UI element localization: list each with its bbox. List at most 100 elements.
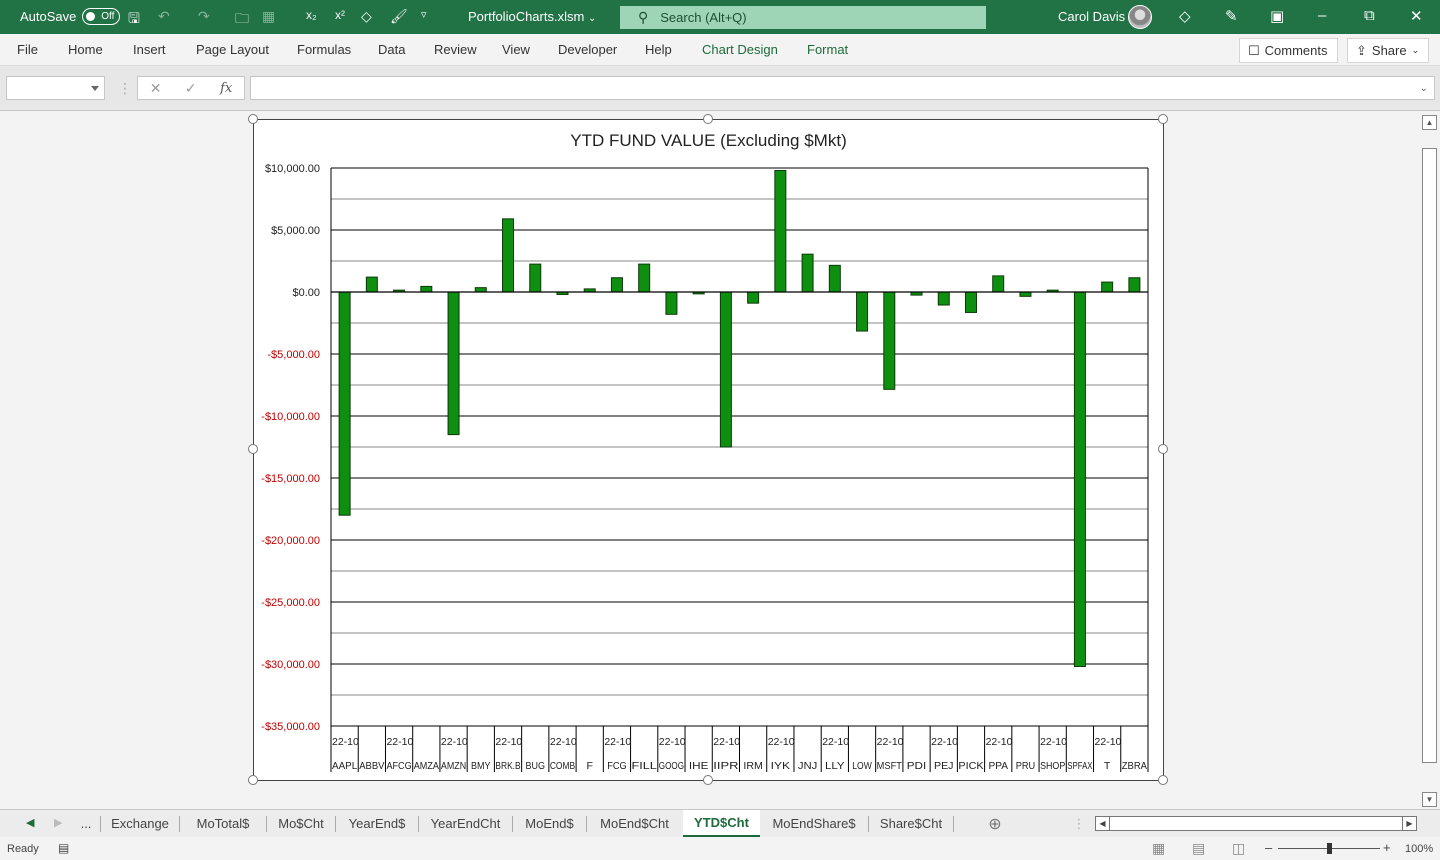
bar-pru [1019,291,1032,297]
y-tick-label: -$15,000.00 [261,473,320,485]
x-tick-label: PPA [988,760,1008,772]
sheet-tab-moendcht[interactable]: MoEnd$Cht [587,810,682,837]
y-tick-label: -$30,000.00 [261,659,320,671]
sheet-tab-moend[interactable]: MoEnd$ [513,810,586,837]
more-sheets-button[interactable]: ... [74,810,98,837]
page-layout-view-icon[interactable]: ▤ [1192,840,1205,857]
sheet-tab-mototal[interactable]: MoTotal$ [180,810,266,837]
normal-view-icon[interactable]: ▦ [1152,840,1165,857]
x-group-label: 22-10 [931,736,958,748]
x-tick-label: BMY [471,760,491,772]
scroll-right-icon[interactable]: ▶ [1402,817,1416,830]
resize-handle-top-left[interactable] [248,114,258,124]
zoom-level[interactable]: 100% [1405,843,1433,855]
bar-spfax [1073,291,1086,667]
x-tick-label: AAPL [332,760,357,772]
x-tick-label: FILL [632,760,657,772]
bar-iyk [774,169,787,293]
x-tick-label: AFCG [386,760,411,772]
sheet-tab-yearend[interactable]: YearEnd$ [336,810,418,837]
x-group-label: 22-10 [332,736,359,748]
x-tick-label: PRU [1016,760,1036,772]
x-group-label: 22-10 [441,736,468,748]
bar-bug [529,263,542,293]
x-tick-label: SPFAX [1067,760,1092,772]
resize-handle-bottom-left[interactable] [248,775,258,785]
bar-t [1101,281,1114,293]
x-group-label: 22-10 [659,736,686,748]
bar-irm [747,291,760,304]
status-bar: Ready ▤ ▦ ▤ ◫ – + 100% [0,838,1440,860]
resize-handle-bottom-right[interactable] [1158,775,1168,785]
x-tick-label: F [586,760,593,772]
bar-aapl [338,291,351,516]
bar-bmy [474,287,487,293]
x-tick-label: AMZN [441,760,466,772]
x-group-label: 22-10 [986,736,1013,748]
y-tick-label: $5,000.00 [271,225,320,237]
add-sheet-icon[interactable]: ⊕ [983,810,1007,837]
x-tick-label: GOOG [659,760,684,772]
x-group-label: 22-10 [768,736,795,748]
bar-abbv [365,276,378,293]
resize-handle-top[interactable] [703,114,713,124]
y-tick-label: -$35,000.00 [261,721,320,733]
zoom-in-icon[interactable]: + [1383,840,1391,855]
bar-pej [937,291,950,306]
bar-msft [883,291,896,390]
x-tick-label: LOW [852,760,872,772]
next-sheet-icon[interactable]: ▶ [54,816,62,829]
y-tick-label: -$20,000.00 [261,535,320,547]
x-tick-label: T [1104,760,1111,772]
horizontal-scrollbar[interactable]: ◀ ▶ [1095,816,1417,831]
x-tick-label: PICK [958,760,983,772]
x-tick-label: IIPR [713,760,739,772]
bar-low [856,291,869,332]
sheet-tab-sharecht[interactable]: Share$Cht [869,810,953,837]
tab-divider [953,816,954,832]
status-ready: Ready [7,843,39,855]
x-tick-label: ABBV [359,760,384,772]
bar-lly [828,264,841,293]
bar-brk-b [502,218,515,293]
tab-resize-grip-icon[interactable]: ⋮ [1073,810,1086,837]
sheet-tab-ytdcht[interactable]: YTD$Cht [683,810,760,837]
x-tick-label: MSFT [877,760,903,772]
x-group-label: 22-10 [495,736,522,748]
accessibility-icon[interactable]: ▤ [58,841,69,855]
page-break-view-icon[interactable]: ◫ [1232,840,1245,857]
bar-fill [638,263,651,293]
prev-sheet-icon[interactable]: ◀ [26,816,34,829]
y-tick-label: -$10,000.00 [261,411,320,423]
bar-jnj [801,253,814,293]
x-group-label: 22-10 [822,736,849,748]
bar-pick [964,291,977,313]
sheet-tab-yearendcht[interactable]: YearEndCht [419,810,512,837]
x-group-label: 22-10 [877,736,904,748]
y-tick-label: -$25,000.00 [261,597,320,609]
sheet-tab-mocht[interactable]: Mo$Cht [267,810,335,837]
resize-handle-top-right[interactable] [1158,114,1168,124]
x-tick-label: IRM [743,760,763,772]
bar-fcg [610,277,623,293]
resize-handle-bottom[interactable] [703,775,713,785]
zoom-out-icon[interactable]: – [1265,840,1272,855]
chart-svg: $10,000.00 $5,000.00 $0.00 -$5,000.00 -$10,0… [261,163,1149,772]
x-tick-label: IYK [771,760,791,772]
y-tick-label: $10,000.00 [265,163,320,175]
resize-handle-right[interactable] [1158,444,1168,454]
zoom-slider-thumb[interactable] [1327,843,1332,854]
scroll-left-icon[interactable]: ◀ [1096,817,1110,830]
y-tick-label: -$5,000.00 [267,349,320,361]
x-group-label: 22-10 [386,736,413,748]
sheet-tab-exchange[interactable]: Exchange [101,810,179,837]
sheet-tab-moendshare[interactable]: MoEndShare$ [761,810,867,837]
x-tick-label: COMB [550,760,575,772]
x-tick-label: JNJ [798,760,818,772]
bar-amza [420,285,433,293]
x-group-label: 22-10 [1095,736,1122,748]
x-tick-label: PEJ [934,760,954,772]
x-group-label: 22-10 [550,736,577,748]
resize-handle-left[interactable] [248,444,258,454]
bar-goog [665,291,678,315]
